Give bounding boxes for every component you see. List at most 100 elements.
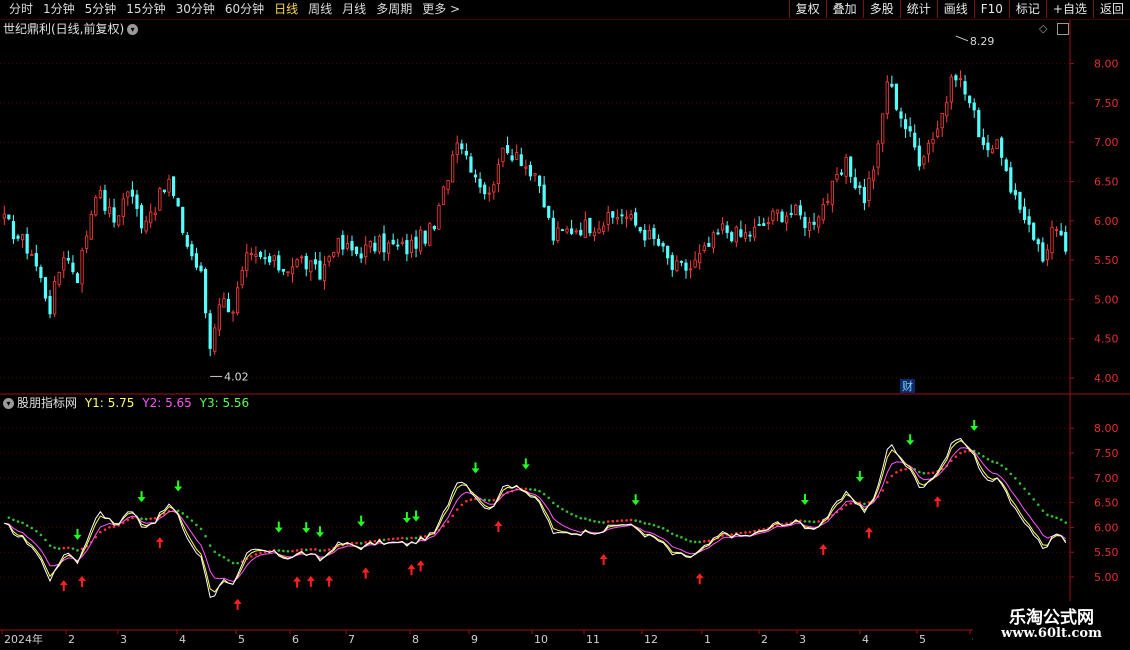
toolbar-button-2[interactable]: 多股 — [862, 0, 900, 18]
candle-body — [949, 76, 953, 103]
period-tab-5[interactable]: 60分钟 — [220, 1, 269, 18]
main-y-tick-label: 7.50 — [1094, 97, 1119, 110]
period-tab-1[interactable]: 1分钟 — [38, 1, 80, 18]
y3-dot — [977, 452, 981, 455]
candle-body — [130, 189, 134, 197]
candle-body — [373, 242, 377, 252]
down-arrow-icon — [137, 491, 146, 503]
y3-dot — [1032, 498, 1035, 501]
y3-dot — [771, 525, 775, 528]
y3-dot — [826, 517, 830, 520]
candle-body — [968, 95, 972, 104]
y2-line — [4, 447, 1066, 583]
candle-body — [249, 253, 253, 255]
toolbar-button-1[interactable]: 叠加 — [825, 0, 863, 18]
period-tab-4[interactable]: 30分钟 — [171, 1, 220, 18]
candle-body — [565, 228, 569, 233]
candle-body — [615, 217, 619, 220]
candle-body — [414, 236, 418, 249]
y3-dot — [519, 487, 523, 491]
toolbar-button-0[interactable]: 复权 — [788, 0, 826, 18]
period-tab-0[interactable]: 分时 — [4, 1, 38, 18]
up-arrow-icon — [78, 575, 87, 587]
period-tabs: 分时 1分钟 5分钟 15分钟 30分钟 60分钟 日线 周线 月线 多周期 更多 > — [4, 1, 465, 18]
candle-body — [652, 228, 656, 239]
candle-body — [53, 280, 57, 315]
y3-dot — [597, 520, 601, 524]
y3-dot — [643, 522, 647, 525]
toolbar-button-5[interactable]: F10 — [973, 0, 1009, 18]
candle-body — [908, 126, 912, 132]
candle-body — [1054, 228, 1059, 231]
y3-dot — [94, 535, 98, 539]
y3-dot — [579, 516, 583, 520]
y3-dot — [515, 488, 518, 491]
candle-body — [62, 257, 66, 271]
candle-body — [231, 311, 235, 314]
y3-dot — [85, 545, 88, 548]
y3-dot — [231, 561, 235, 565]
up-arrow-icon — [361, 567, 370, 579]
candle-body — [121, 198, 125, 217]
candle-body — [107, 206, 112, 214]
y3-dot — [652, 523, 656, 527]
y3-dot — [227, 559, 230, 562]
y3-dot — [314, 548, 317, 551]
candle-body — [620, 214, 624, 217]
chevron-down-icon[interactable]: ▾ — [127, 24, 139, 35]
y3-dot — [908, 467, 912, 470]
candle-body — [25, 233, 29, 254]
candle-body — [807, 222, 812, 231]
candle-body — [867, 177, 871, 201]
y3-dot — [336, 544, 340, 548]
main-y-tick-label: 7.00 — [1094, 136, 1119, 149]
period-tab-6[interactable]: 日线 — [269, 1, 303, 18]
toolbar-button-8[interactable]: 返回 — [1092, 0, 1130, 18]
ind-y-tick-label: 7.50 — [1094, 447, 1119, 460]
chevron-down-icon[interactable]: ▾ — [3, 398, 14, 409]
period-tab-7[interactable]: 周线 — [303, 1, 337, 18]
period-tab-3[interactable]: 15分钟 — [121, 1, 170, 18]
candle-body — [542, 184, 546, 208]
period-tab-10[interactable]: 更多 > — [417, 1, 465, 18]
period-tab-2[interactable]: 5分钟 — [80, 1, 122, 18]
candle-body — [455, 142, 459, 156]
candle-body — [972, 102, 976, 111]
y3-dot — [327, 548, 331, 551]
toolbar-button-6[interactable]: 标记 — [1008, 0, 1046, 18]
y3-dot — [506, 491, 509, 494]
toolbar-button-3[interactable]: 统计 — [899, 0, 937, 18]
up-arrow-icon — [599, 553, 608, 565]
up-arrow-icon — [819, 543, 828, 555]
x-tick-label: 9 — [471, 633, 478, 646]
candle-body — [931, 139, 935, 144]
toolbar-button-4[interactable]: 画线 — [936, 0, 974, 18]
y3-dot — [1041, 509, 1045, 512]
y3-dot — [291, 549, 294, 553]
candle-body — [547, 205, 551, 218]
period-tab-8[interactable]: 月线 — [337, 1, 371, 18]
y3-dot — [76, 549, 79, 552]
window-toggle-icon[interactable] — [1057, 23, 1069, 35]
down-arrow-icon — [800, 494, 809, 506]
diamond-icon[interactable]: ◇ — [1039, 22, 1047, 35]
y3-dot — [872, 499, 875, 502]
y3-dot — [282, 549, 285, 553]
candle-body — [382, 233, 386, 253]
candle-body — [423, 230, 427, 244]
period-tab-9[interactable]: 多周期 — [371, 1, 417, 18]
candle-body — [853, 177, 857, 189]
y3-dot — [437, 528, 441, 532]
y3-dot — [1059, 518, 1063, 521]
y3-dot — [542, 492, 546, 496]
x-tick-label: 1 — [704, 633, 711, 646]
toolbar-button-7[interactable]: +自选 — [1045, 0, 1093, 18]
candle-body — [624, 216, 629, 219]
candle-body — [533, 173, 537, 176]
stock-title: 世纪鼎利(日线,前复权) — [3, 22, 125, 36]
y3-dot — [1046, 513, 1049, 517]
up-arrow-icon — [407, 564, 416, 576]
candle-body — [391, 239, 395, 245]
y3-dot — [767, 527, 770, 530]
main-y-tick-label: 6.50 — [1094, 176, 1119, 189]
